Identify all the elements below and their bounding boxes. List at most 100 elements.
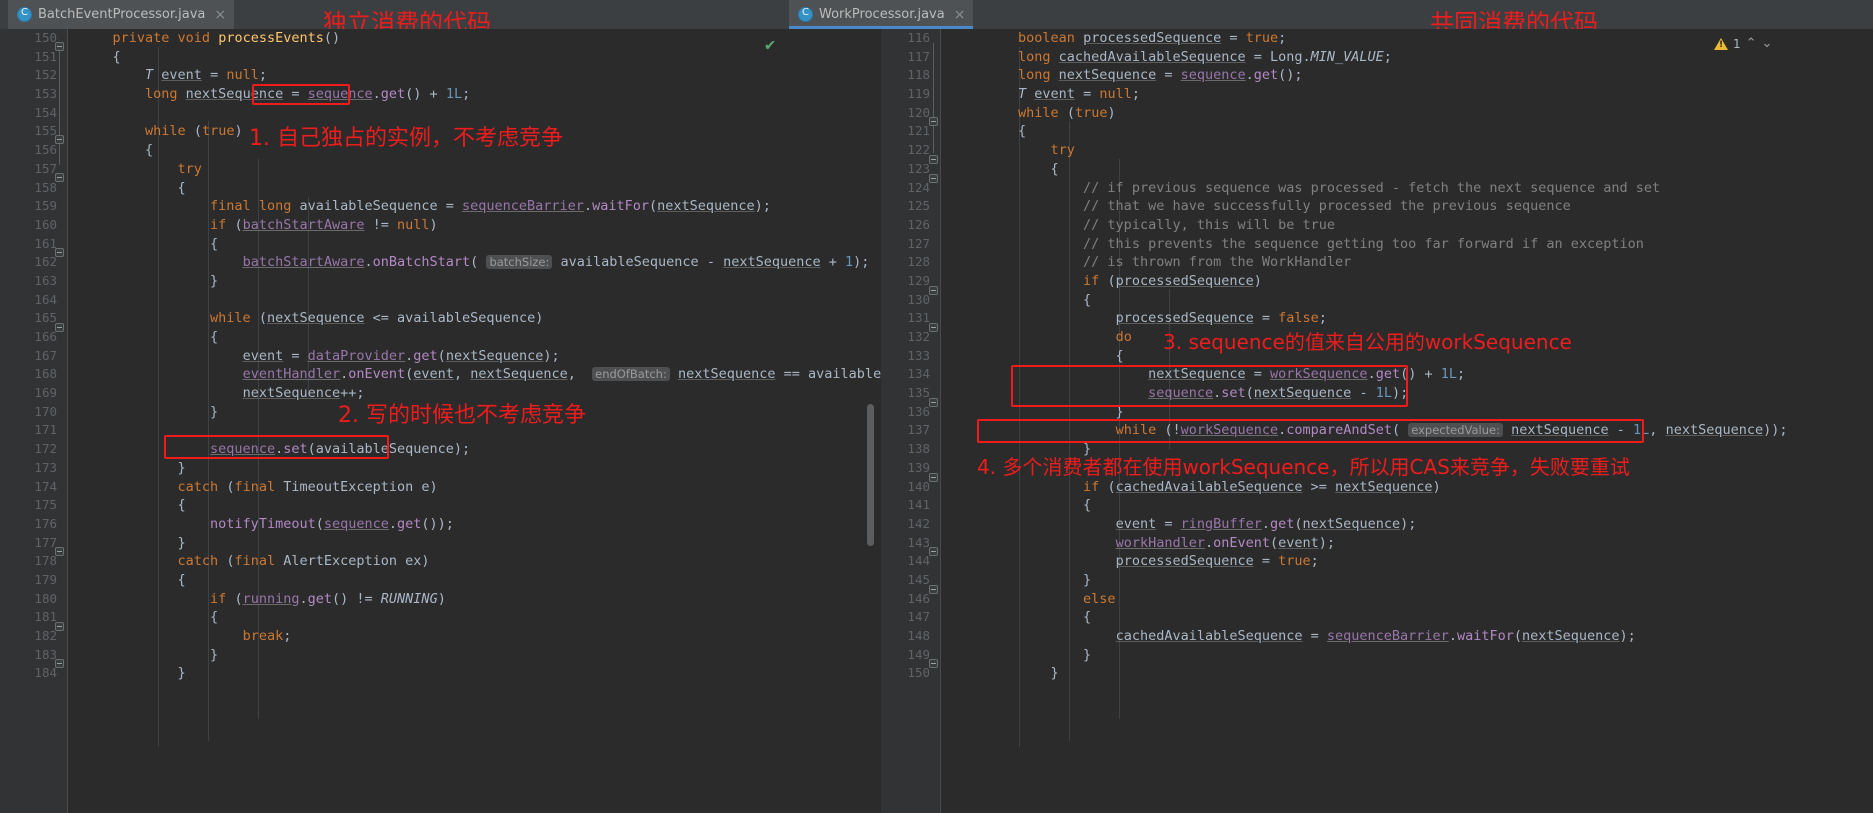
code-line[interactable]: private void processEvents() <box>68 29 881 48</box>
code-line[interactable]: { <box>68 496 881 515</box>
code-line[interactable]: event = dataProvider.get(nextSequence); <box>68 347 881 366</box>
code-line[interactable]: } <box>941 571 1873 590</box>
code-line[interactable]: // is thrown from the WorkHandler <box>941 253 1873 272</box>
code-line[interactable]: event = ringBuffer.get(nextSequence); <box>941 515 1873 534</box>
code-line[interactable]: workHandler.onEvent(event); <box>941 534 1873 553</box>
code-line[interactable]: // that we have successfully processed t… <box>941 197 1873 216</box>
fold-marker[interactable] <box>55 659 64 668</box>
fold-marker[interactable] <box>929 174 938 183</box>
code-line[interactable]: { <box>68 179 881 198</box>
fold-marker[interactable] <box>929 547 938 556</box>
fold-marker[interactable] <box>929 473 938 482</box>
line-number: 159 <box>0 197 67 216</box>
code-line[interactable]: } <box>68 459 881 478</box>
code-line[interactable]: } <box>68 534 881 553</box>
code-line[interactable]: T event = null; <box>68 66 881 85</box>
chevron-up-icon[interactable]: ⌃ <box>1746 36 1757 51</box>
gutter-right[interactable]: 116 117 118 119 120 121 122 123 124 125 126 127 128 1… <box>881 29 941 813</box>
fold-marker[interactable] <box>929 323 938 332</box>
code-line[interactable]: while (!workSequence.compareAndSet( expe… <box>941 421 1873 440</box>
fold-marker[interactable] <box>55 547 64 556</box>
line-number: 117 <box>881 48 940 67</box>
code-line[interactable] <box>68 291 881 310</box>
close-icon[interactable]: × <box>954 8 966 22</box>
fold-marker[interactable] <box>55 323 64 332</box>
code-line[interactable]: { <box>941 291 1873 310</box>
code-content-right[interactable]: boolean processedSequence = true; long c… <box>941 29 1873 813</box>
code-line[interactable]: cachedAvailableSequence = sequenceBarrie… <box>941 627 1873 646</box>
code-line[interactable]: eventHandler.onEvent(event, nextSequence… <box>68 365 881 384</box>
code-line[interactable]: long nextSequence = sequence.get() + 1L; <box>68 85 881 104</box>
line-number-label: 116 <box>907 30 930 45</box>
code-line[interactable]: sequence.set(nextSequence - 1L); <box>941 384 1873 403</box>
code-line[interactable]: while (nextSequence <= availableSequence… <box>68 309 881 328</box>
warning-icon <box>1714 37 1728 50</box>
code-line[interactable]: { <box>941 608 1873 627</box>
close-icon[interactable]: × <box>214 8 226 22</box>
code-line[interactable]: if (running.get() != RUNNING) <box>68 590 881 609</box>
code-line[interactable]: } <box>68 664 881 683</box>
code-line[interactable]: { <box>941 122 1873 141</box>
annotation-1: 1. 自己独占的实例，不考虑竞争 <box>249 126 563 151</box>
code-line[interactable]: // typically, this will be true <box>941 216 1873 235</box>
code-line[interactable]: if (cachedAvailableSequence >= nextSeque… <box>941 478 1873 497</box>
line-number: 174 <box>0 478 67 497</box>
code-line[interactable]: } <box>68 646 881 665</box>
code-line[interactable]: // if previous sequence was processed - … <box>941 179 1873 198</box>
code-line[interactable]: try <box>941 141 1873 160</box>
code-line[interactable]: { <box>941 160 1873 179</box>
code-line[interactable]: processedSequence = true; <box>941 552 1873 571</box>
code-line[interactable]: if (processedSequence) <box>941 272 1873 291</box>
fold-marker[interactable] <box>929 659 938 668</box>
code-line[interactable]: } <box>68 272 881 291</box>
code-line[interactable]: catch (final TimeoutException e) <box>68 478 881 497</box>
line-number-label: 118 <box>907 67 930 83</box>
line-number: 126 <box>881 216 940 235</box>
code-line[interactable]: // this prevents the sequence getting to… <box>941 235 1873 254</box>
code-line[interactable]: sequence.set(availableSequence); <box>68 440 881 459</box>
code-line[interactable]: if (batchStartAware != null) <box>68 216 881 235</box>
code-line[interactable]: nextSequence = workSequence.get() + 1L; <box>941 365 1873 384</box>
code-line[interactable]: { <box>68 608 881 627</box>
code-line[interactable]: { <box>68 328 881 347</box>
gutter-left[interactable]: 150 151 152 153 154 155 156 157 158 159 160 161 162 1… <box>0 29 68 813</box>
fold-marker[interactable] <box>55 248 64 257</box>
editor-scrollbar-thumb[interactable] <box>867 404 874 546</box>
chevron-down-icon[interactable]: ⌄ <box>1762 36 1773 51</box>
tab-workprocessor[interactable]: WorkProcessor.java × <box>789 0 974 29</box>
code-line[interactable]: try <box>68 160 881 179</box>
line-number: 175 <box>0 496 67 515</box>
fold-marker[interactable] <box>929 155 938 164</box>
fold-marker[interactable] <box>929 286 938 295</box>
fold-marker[interactable] <box>929 585 938 594</box>
code-line[interactable]: { <box>68 235 881 254</box>
code-line[interactable]: break; <box>68 627 881 646</box>
line-number: 170 <box>0 403 67 422</box>
fold-marker[interactable] <box>55 622 64 631</box>
code-line[interactable]: } <box>941 646 1873 665</box>
code-line[interactable]: catch (final AlertException ex) <box>68 552 881 571</box>
line-number-label: 159 <box>34 198 57 214</box>
line-number-label: 154 <box>34 104 57 120</box>
code-line[interactable]: } <box>941 664 1873 683</box>
inspection-widget[interactable]: 1 ⌃ ⌄ <box>1714 36 1772 51</box>
tab-batcheventprocessor[interactable]: BatchEventProcessor.java × <box>8 0 235 29</box>
code-line[interactable]: notifyTimeout(sequence.get()); <box>68 515 881 534</box>
code-line[interactable]: { <box>68 48 881 67</box>
line-number: 167 <box>0 347 67 366</box>
fold-marker[interactable] <box>929 117 938 126</box>
code-line[interactable]: } <box>941 403 1873 422</box>
line-number: 127 <box>881 235 940 254</box>
code-line[interactable]: else <box>941 590 1873 609</box>
fold-marker[interactable] <box>55 42 64 51</box>
code-line[interactable]: final long availableSequence = sequenceB… <box>68 197 881 216</box>
code-line[interactable]: { <box>941 496 1873 515</box>
code-line[interactable]: long nextSequence = sequence.get(); <box>941 66 1873 85</box>
code-line[interactable]: while (true) <box>941 104 1873 123</box>
fold-marker[interactable] <box>55 135 64 144</box>
fold-marker[interactable] <box>929 398 938 407</box>
fold-marker[interactable] <box>55 173 64 182</box>
code-line[interactable]: batchStartAware.onBatchStart( batchSize:… <box>68 253 881 272</box>
code-line[interactable]: { <box>68 571 881 590</box>
code-line[interactable]: T event = null; <box>941 85 1873 104</box>
